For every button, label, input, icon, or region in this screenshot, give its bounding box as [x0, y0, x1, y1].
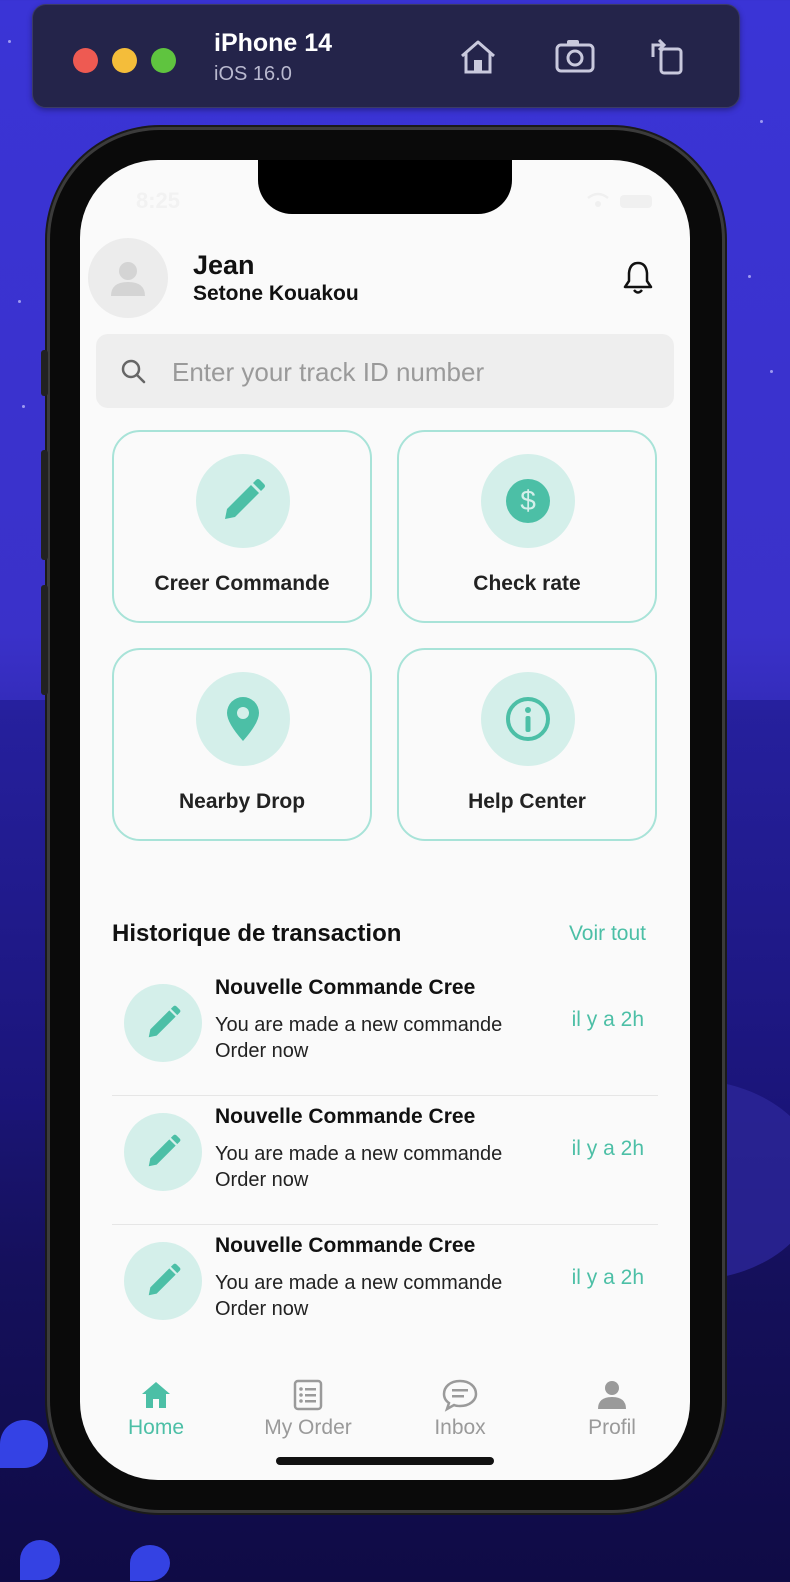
tab-my-order[interactable]: My Order [232, 1370, 384, 1460]
avatar[interactable] [88, 238, 168, 318]
action-card-check-rate[interactable]: $ Check rate [397, 430, 657, 623]
svg-text:$: $ [520, 485, 536, 516]
bottom-tab-bar: Home My Order Inbox Profil [80, 1370, 690, 1460]
info-icon [506, 697, 550, 741]
transaction-item[interactable]: Nouvelle Commande Cree You are made a ne… [112, 968, 658, 1096]
tab-inbox[interactable]: Inbox [384, 1370, 536, 1460]
simulator-os-version: iOS 16.0 [214, 63, 292, 85]
divider [112, 1224, 658, 1225]
simulator-toolbar: iPhone 14 iOS 16.0 [32, 4, 740, 108]
action-card-help-center[interactable]: Help Center [397, 648, 657, 841]
action-card-creer-commande[interactable]: Creer Commande [112, 430, 372, 623]
status-icons [587, 192, 652, 208]
mute-switch [41, 350, 48, 396]
transaction-item[interactable]: Nouvelle Commande Cree You are made a ne… [112, 1097, 658, 1225]
user-icon [111, 262, 145, 296]
transaction-icon-circle [124, 984, 202, 1062]
transaction-time: il y a 2h [571, 1266, 644, 1289]
track-id-input[interactable] [170, 346, 654, 398]
action-card-nearby-drop[interactable]: Nearby Drop [112, 648, 372, 841]
home-icon [142, 1382, 170, 1408]
transaction-description: You are made a new commande Order now [215, 1014, 503, 1062]
tab-label: My Order [264, 1416, 352, 1439]
transaction-description: You are made a new commande Order now [215, 1272, 503, 1320]
tab-profil[interactable]: Profil [536, 1370, 688, 1460]
transaction-description: You are made a new commande Order now [215, 1143, 503, 1191]
background-plant [20, 1540, 60, 1580]
transaction-icon-circle [124, 1113, 202, 1191]
background-plant [0, 1420, 48, 1468]
status-time: 8:25 [136, 188, 181, 213]
user-first-name: Jean [193, 250, 255, 280]
pencil-icon [148, 1263, 181, 1296]
pencil-icon [148, 1134, 181, 1167]
notification-bell-icon[interactable] [620, 260, 656, 296]
action-icon-circle [196, 672, 290, 766]
home-indicator [276, 1457, 494, 1465]
action-icon-circle: $ [481, 454, 575, 548]
background-plant [130, 1545, 170, 1581]
action-label: Check rate [473, 572, 581, 595]
history-title: Historique de transaction [112, 920, 402, 947]
transaction-icon-circle [124, 1242, 202, 1320]
tab-home[interactable]: Home [80, 1370, 232, 1460]
action-label: Help Center [468, 790, 586, 813]
transaction-item[interactable]: Nouvelle Commande Cree You are made a ne… [112, 1226, 658, 1354]
action-icon-circle [196, 454, 290, 548]
list-icon [293, 1379, 323, 1411]
search-bar [96, 334, 674, 408]
simulator-device-name: iPhone 14 [214, 29, 333, 57]
transaction-time: il y a 2h [571, 1137, 644, 1160]
transaction-title: Nouvelle Commande Cree [215, 976, 476, 999]
see-all-link[interactable]: Voir tout [569, 922, 646, 946]
divider [112, 1095, 658, 1096]
phone-frame: 8:25 Jean Setone Kouakou Enter your trac… [41, 130, 722, 1510]
volume-up-button [41, 450, 48, 560]
transaction-time: il y a 2h [571, 1008, 644, 1031]
pencil-icon [225, 479, 265, 519]
user-full-name: Setone Kouakou [193, 282, 359, 305]
person-icon [598, 1381, 626, 1409]
close-window-button[interactable] [73, 48, 98, 73]
tab-label: Home [127, 1416, 185, 1439]
dollar-icon: $ [506, 479, 550, 523]
screenshot-icon[interactable] [553, 35, 597, 79]
pencil-icon [148, 1005, 181, 1038]
location-pin-icon [227, 697, 259, 741]
volume-down-button [41, 585, 48, 695]
zoom-window-button[interactable] [151, 48, 176, 73]
app-screen: 8:25 Jean Setone Kouakou Enter your trac… [80, 160, 690, 1480]
tab-label: Profil [588, 1416, 636, 1439]
action-label: Nearby Drop [178, 790, 306, 813]
search-icon [121, 359, 146, 384]
action-icon-circle [481, 672, 575, 766]
action-label: Creer Commande [154, 572, 330, 595]
rotate-icon[interactable] [645, 35, 689, 79]
notch [258, 160, 512, 214]
minimize-window-button[interactable] [112, 48, 137, 73]
tab-label: Inbox [434, 1416, 486, 1439]
transaction-title: Nouvelle Commande Cree [215, 1105, 476, 1128]
chat-bubble-icon [442, 1379, 478, 1412]
transaction-title: Nouvelle Commande Cree [215, 1234, 476, 1257]
home-icon[interactable] [456, 35, 500, 79]
